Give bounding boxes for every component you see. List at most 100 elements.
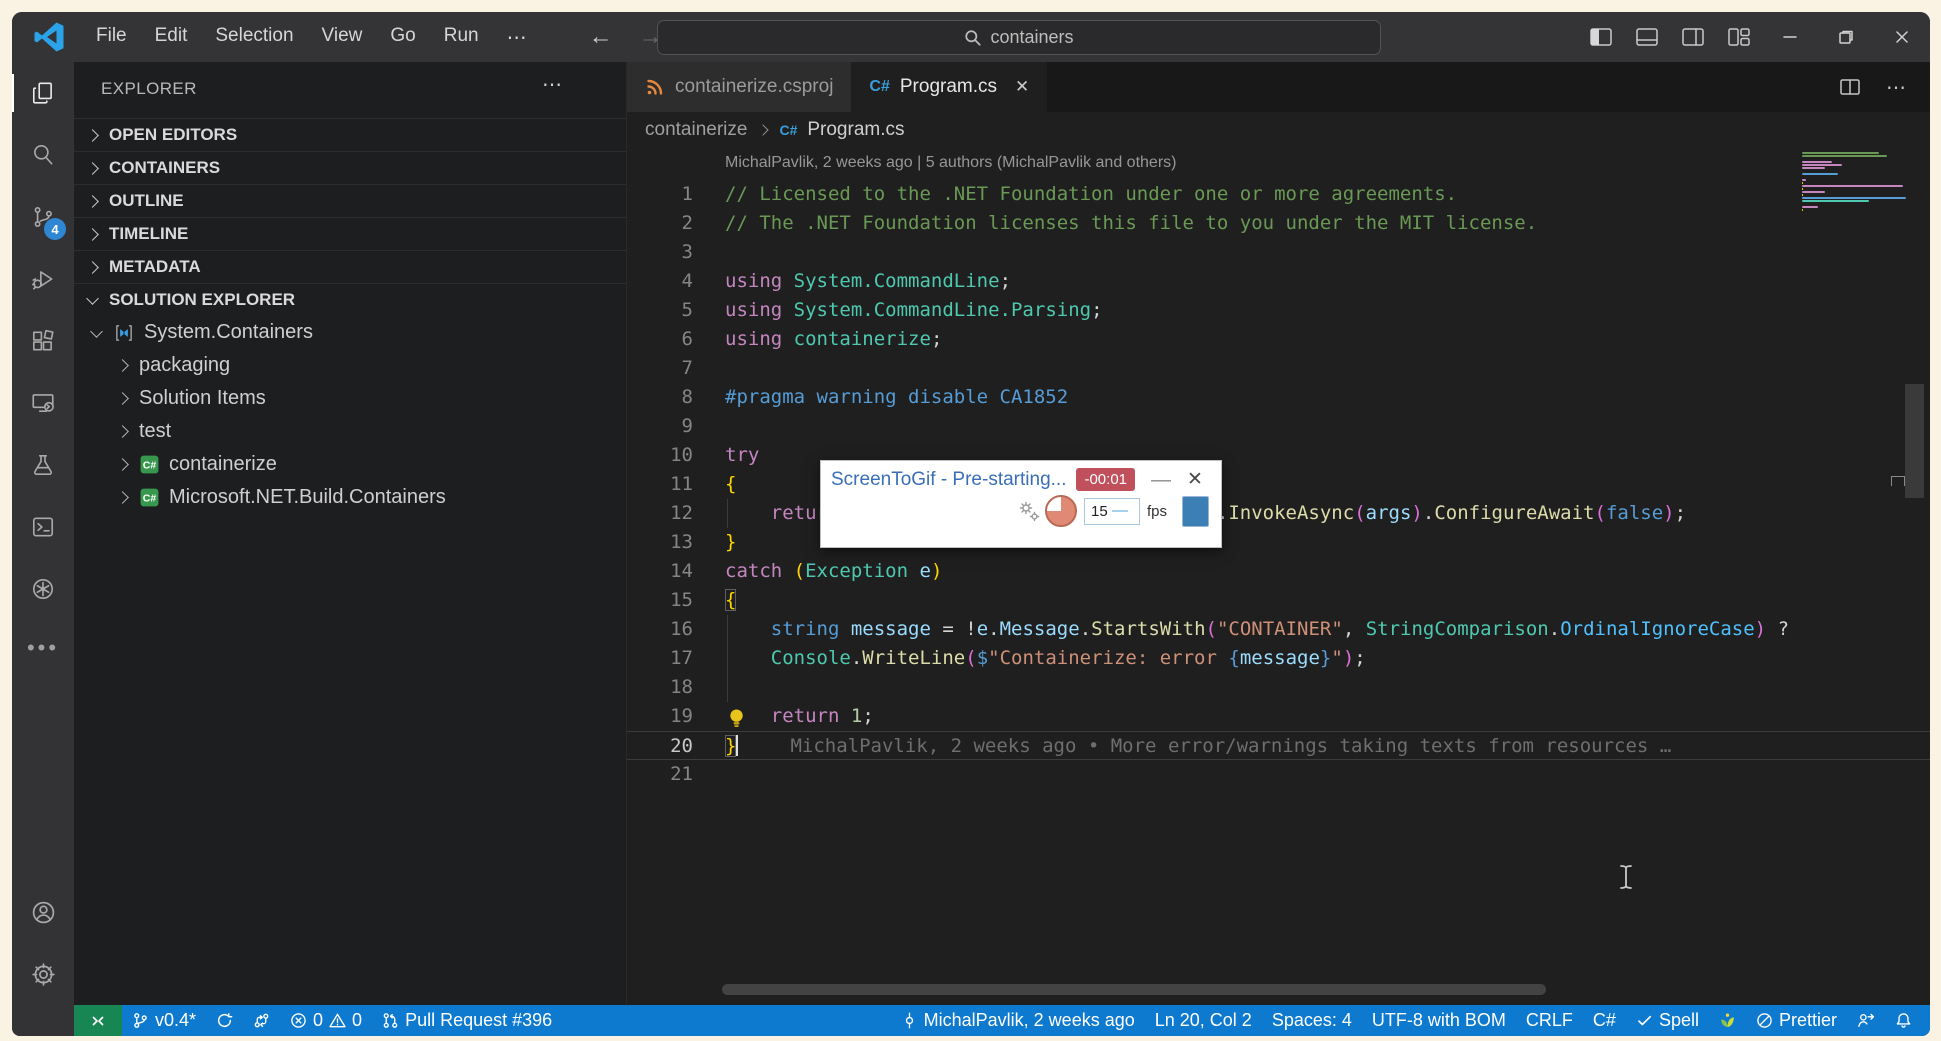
tree-item-solution-items[interactable]: Solution Items	[74, 382, 626, 415]
code-line-15[interactable]: 15{	[627, 586, 1930, 615]
tree-item-packaging[interactable]: packaging	[74, 349, 626, 382]
dialog-delay-pie-icon	[1045, 495, 1077, 527]
section-solution-explorer[interactable]: SOLUTION EXPLORER	[74, 283, 626, 316]
tab-program-cs[interactable]: C#Program.cs✕	[851, 62, 1047, 112]
compare-icon	[253, 1012, 270, 1029]
remote-explorer-icon[interactable]	[12, 372, 74, 434]
code-line-6[interactable]: 6using containerize;	[627, 325, 1930, 354]
remote-indicator[interactable]	[74, 1005, 122, 1036]
tab-containerize-csproj[interactable]: containerize.csproj	[627, 62, 851, 112]
fps-input[interactable]: 15	[1084, 498, 1140, 525]
status-left-0[interactable]: 00	[280, 1005, 372, 1036]
tree-item-test[interactable]: test	[74, 415, 626, 448]
status-right-crlf[interactable]: CRLF	[1516, 1005, 1583, 1036]
code-line-14[interactable]: 14catch (Exception e)	[627, 557, 1930, 586]
menu-more-icon[interactable]: ⋯	[493, 25, 543, 50]
dialog-close-icon[interactable]: ✕	[1187, 468, 1203, 491]
lightbulb-icon[interactable]	[727, 707, 746, 729]
close-button-icon[interactable]	[1874, 12, 1930, 62]
extensions-icon[interactable]	[12, 310, 74, 372]
status-right-ln-20-col-2[interactable]: Ln 20, Col 2	[1145, 1005, 1262, 1036]
status-left-v0-4[interactable]: v0.4*	[122, 1005, 206, 1036]
breadcrumb-file[interactable]: Program.cs	[807, 119, 904, 141]
status-left-pull-request-#396[interactable]: Pull Request #396	[372, 1005, 562, 1036]
restore-button-icon[interactable]	[1818, 12, 1874, 62]
code-line-5[interactable]: 5using System.CommandLine.Parsing;	[627, 296, 1930, 325]
explorer-icon[interactable]	[12, 62, 74, 124]
code-line-20[interactable]: 20}MichalPavlik, 2 weeks ago • More erro…	[627, 731, 1930, 760]
code-line-9[interactable]: 9	[627, 412, 1930, 441]
code-line-1[interactable]: 1// Licensed to the .NET Foundation unde…	[627, 180, 1930, 209]
code-line-3[interactable]: 3	[627, 238, 1930, 267]
status-label: Pull Request #396	[405, 1010, 552, 1031]
compass-icon[interactable]	[12, 558, 74, 620]
run-debug-icon[interactable]	[12, 248, 74, 310]
terminal-icon[interactable]	[12, 496, 74, 558]
status-left-compare[interactable]	[243, 1005, 280, 1036]
code-editor[interactable]: MichalPavlik, 2 weeks ago | 5 authors (M…	[627, 148, 1930, 1005]
tree-item-containerize[interactable]: C#containerize	[74, 448, 626, 481]
status-right-feedback[interactable]	[1847, 1005, 1885, 1036]
customize-layout-icon[interactable]	[1716, 12, 1762, 62]
code-line-18[interactable]: 18	[627, 673, 1930, 702]
status-right-michalpavlik-2-weeks-ago[interactable]: MichalPavlik, 2 weeks ago	[891, 1005, 1145, 1036]
status-right-utf-8-with-bom[interactable]: UTF-8 with BOM	[1362, 1005, 1516, 1036]
tree-item-system-containers[interactable]: System.Containers	[74, 316, 626, 349]
vertical-scrollbar[interactable]	[1905, 384, 1924, 498]
code-line-21[interactable]: 21	[627, 760, 1930, 789]
toggle-sidebar-icon[interactable]	[1578, 12, 1624, 62]
csharp-file-icon: C#	[779, 122, 797, 138]
testing-icon[interactable]	[12, 434, 74, 496]
source-control-icon[interactable]: 4	[12, 186, 74, 248]
account-icon[interactable]	[12, 881, 74, 943]
code-line-16[interactable]: 16 string message = !e.Message.StartsWit…	[627, 615, 1930, 644]
line-text	[725, 673, 1930, 702]
line-number: 21	[627, 760, 693, 789]
status-right-spell[interactable]: Spell	[1626, 1005, 1709, 1036]
code-line-4[interactable]: 4using System.CommandLine;	[627, 267, 1930, 296]
editor-more-icon[interactable]: ⋯	[1886, 75, 1908, 100]
menu-bar: FileEditSelectionViewGoRun⋯	[82, 25, 543, 50]
status-right-bell[interactable]	[1885, 1005, 1922, 1036]
search-icon[interactable]	[12, 124, 74, 186]
toggle-panel-icon[interactable]	[1624, 12, 1670, 62]
menu-selection[interactable]: Selection	[201, 25, 307, 50]
nav-back-icon[interactable]: ←	[589, 23, 613, 51]
minimap[interactable]	[1802, 148, 1914, 214]
breadcrumb-folder[interactable]: containerize	[645, 119, 747, 141]
tab-close-icon[interactable]: ✕	[1015, 77, 1029, 97]
menu-go[interactable]: Go	[376, 25, 429, 50]
section-metadata[interactable]: METADATA	[74, 250, 626, 283]
code-line-8[interactable]: 8#pragma warning disable CA1852	[627, 383, 1930, 412]
tree-item-microsoft-net-build-containers[interactable]: C#Microsoft.NET.Build.Containers	[74, 481, 626, 514]
status-right-prettier[interactable]: Prettier	[1746, 1005, 1847, 1036]
settings-gear-icon[interactable]	[12, 943, 74, 1005]
dialog-minimize-icon[interactable]: —	[1151, 475, 1171, 485]
code-line-19[interactable]: 19 return 1;	[627, 702, 1930, 731]
dialog-settings-gears-icon[interactable]	[1016, 498, 1042, 524]
codelens-blame[interactable]: MichalPavlik, 2 weeks ago | 5 authors (M…	[725, 154, 1930, 178]
status-left-sync[interactable]	[206, 1005, 243, 1036]
explorer-more-icon[interactable]: ⋯	[542, 72, 564, 97]
horizontal-scrollbar[interactable]	[722, 984, 1546, 995]
code-line-17[interactable]: 17 Console.WriteLine($"Containerize: err…	[627, 644, 1930, 673]
status-right-spaces-4[interactable]: Spaces: 4	[1262, 1005, 1362, 1036]
menu-file[interactable]: File	[82, 25, 141, 50]
split-editor-icon[interactable]	[1840, 79, 1860, 95]
menu-run[interactable]: Run	[430, 25, 493, 50]
section-containers[interactable]: CONTAINERS	[74, 151, 626, 184]
section-open-editors[interactable]: OPEN EDITORS	[74, 118, 626, 151]
status-right-plant[interactable]	[1709, 1005, 1746, 1036]
section-outline[interactable]: OUTLINE	[74, 184, 626, 217]
menu-view[interactable]: View	[308, 25, 377, 50]
toggle-secondary-sidebar-icon[interactable]	[1670, 12, 1716, 62]
section-timeline[interactable]: TIMELINE	[74, 217, 626, 250]
activity-more-icon[interactable]: •••	[27, 620, 59, 676]
code-line-7[interactable]: 7	[627, 354, 1930, 383]
command-center-search[interactable]: containers	[657, 20, 1381, 55]
code-line-2[interactable]: 2// The .NET Foundation licenses this fi…	[627, 209, 1930, 238]
minimize-button-icon[interactable]	[1762, 12, 1818, 62]
dialog-record-button[interactable]	[1182, 496, 1209, 527]
status-right-c#[interactable]: C#	[1583, 1005, 1626, 1036]
menu-edit[interactable]: Edit	[141, 25, 202, 50]
